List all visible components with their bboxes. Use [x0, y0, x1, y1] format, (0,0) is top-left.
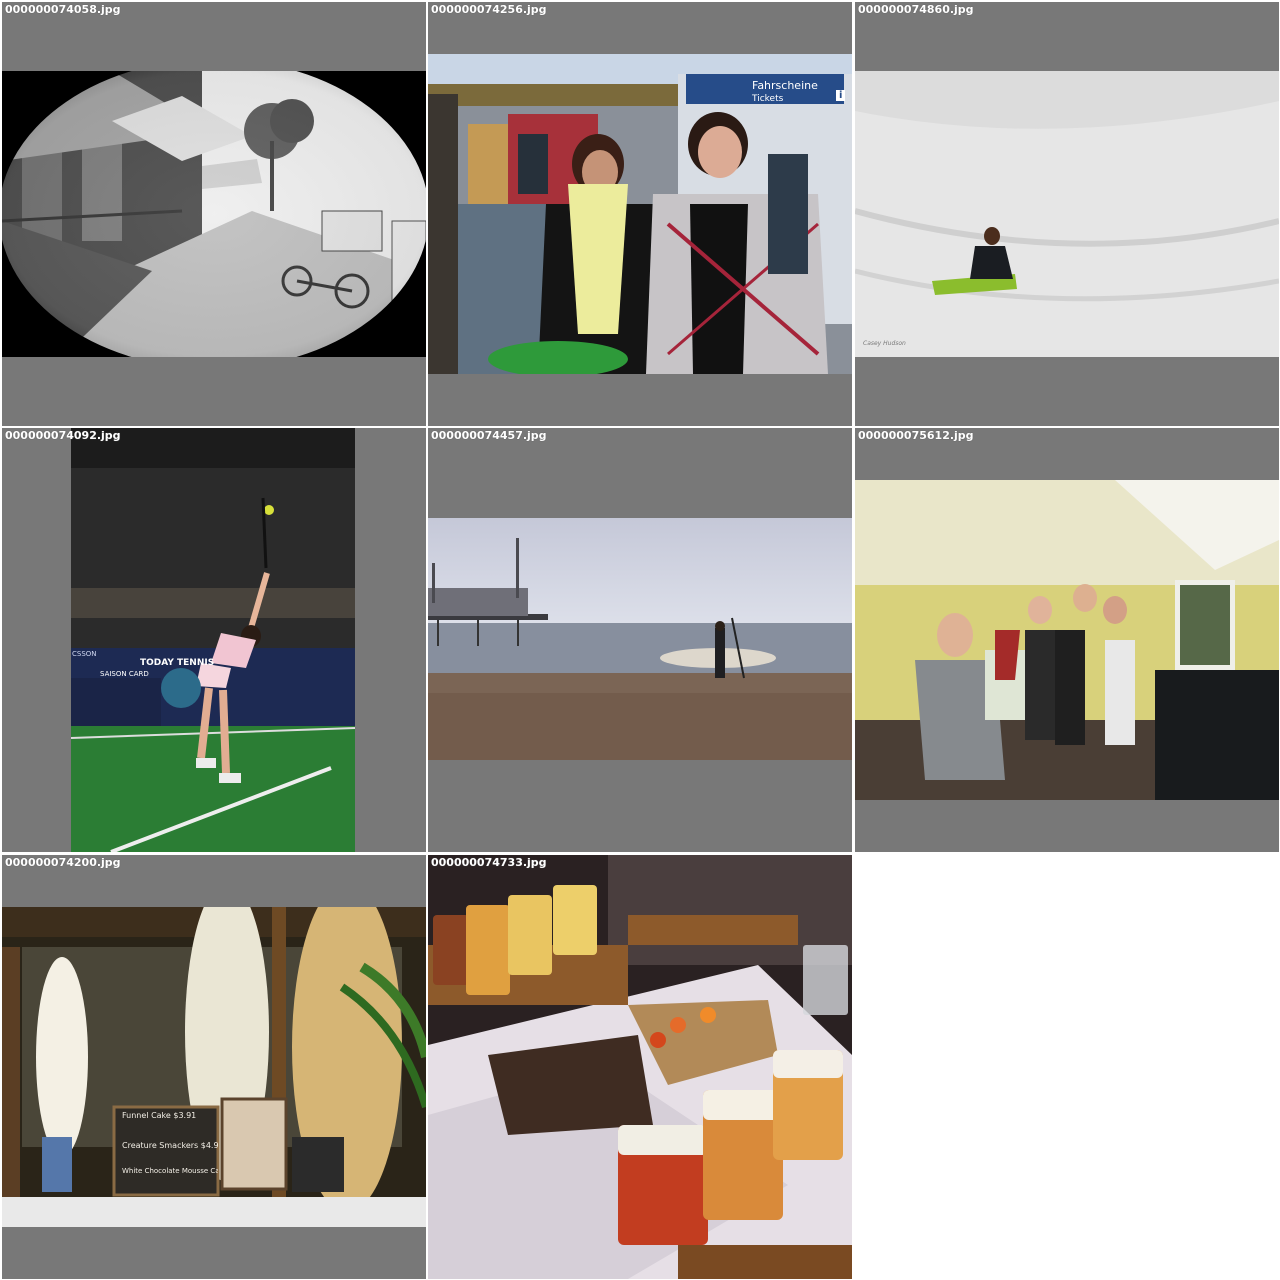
menu-board-line-3: White Chocolate Mousse Cake $5.50 [122, 1167, 218, 1175]
thumbnail-tile-3[interactable]: Casey Hudson 000000074860.jpg [855, 2, 1279, 426]
menu-board-line-2: Creature Smackers $4.99 [122, 1141, 218, 1150]
photo-train-station [428, 54, 852, 374]
photo-beach-pier [428, 518, 852, 760]
thumbnail-tile-1[interactable]: 000000074058.jpg [2, 2, 426, 426]
menu-board-line-1: Funnel Cake $3.91 [122, 1111, 197, 1120]
photo-street-cafe [2, 71, 426, 357]
photo-beer-flight [428, 855, 852, 1279]
thumbnail-filename: 000000074457.jpg [431, 429, 547, 442]
info-sign-icon: i [836, 90, 846, 101]
arena-banner-text-2: SAISON CARD [100, 670, 149, 678]
photo-surfboards-bar [2, 907, 426, 1227]
thumbnail-tile-8[interactable]: 000000074733.jpg [428, 855, 852, 1279]
thumbnail-tile-2[interactable]: Fahrscheine Tickets i 000000074256.jpg [428, 2, 852, 426]
ticket-sign-title: Fahrscheine [752, 79, 818, 92]
thumbnail-tile-4[interactable]: TODAY TENNIS SAISON CARD CSSON 000000074… [2, 428, 426, 852]
arena-banner-text-1: TODAY TENNIS [140, 658, 215, 668]
thumbnail-filename: 000000074092.jpg [5, 429, 121, 442]
photo-group-room [855, 480, 1279, 800]
thumbnail-filename: 000000074256.jpg [431, 3, 547, 16]
photo-snowboarder [855, 71, 1279, 357]
photo-tennis-serve [71, 428, 355, 852]
ticket-sign-subtitle: Tickets [752, 94, 784, 104]
photo-watermark: Casey Hudson [863, 340, 906, 347]
thumbnail-filename: 000000074733.jpg [431, 856, 547, 869]
thumbnail-filename: 000000074860.jpg [858, 3, 974, 16]
thumbnail-filename: 000000074200.jpg [5, 856, 121, 869]
thumbnail-tile-6[interactable]: 000000075612.jpg [855, 428, 1279, 852]
thumbnail-tile-7[interactable]: Funnel Cake $3.91 Creature Smackers $4.9… [2, 855, 426, 1279]
thumbnail-tile-5[interactable]: 000000074457.jpg [428, 428, 852, 852]
thumbnail-filename: 000000075612.jpg [858, 429, 974, 442]
arena-banner-text-3: CSSON [72, 650, 97, 658]
thumbnail-filename: 000000074058.jpg [5, 3, 121, 16]
